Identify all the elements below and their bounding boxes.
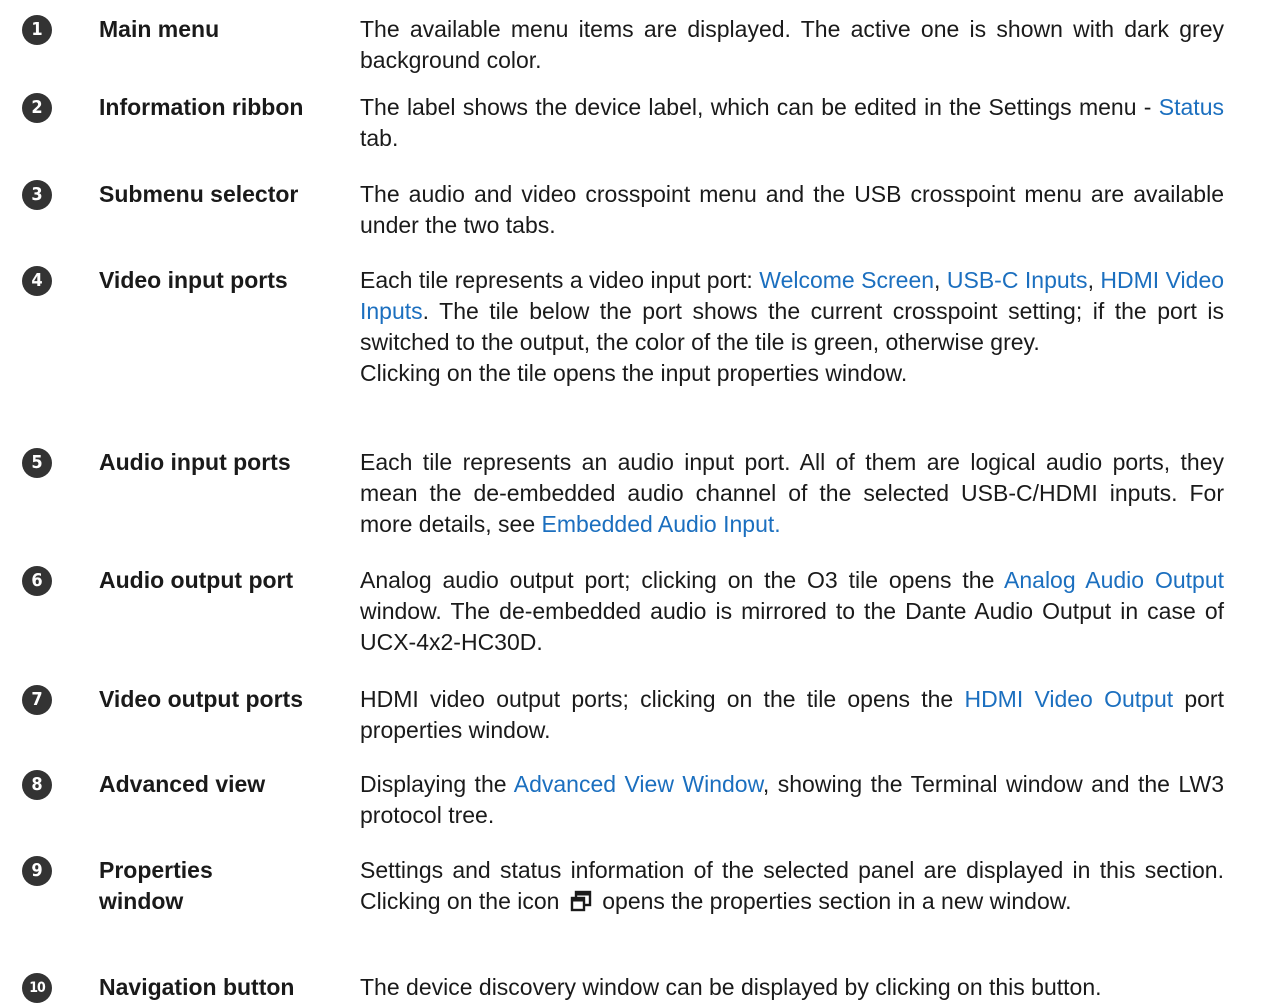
item-number-badge: 2: [22, 93, 52, 123]
item-number-badge: 6: [22, 566, 52, 596]
cross-reference-link[interactable]: Embedded Audio Input.: [542, 511, 781, 537]
item-term: Main menu: [99, 16, 220, 42]
definition-list: 1 Main menu The available menu items are…: [0, 0, 1262, 1003]
item-term: Video output ports: [99, 686, 304, 712]
item-number-badge: 8: [22, 770, 52, 800]
item-number-badge: 9: [22, 856, 52, 886]
open-in-new-window-icon: [570, 889, 592, 912]
item-number-badge: 4: [22, 266, 52, 296]
description-text: The device discovery window can be displ…: [360, 974, 1102, 1000]
item-number-badge: 5: [22, 448, 52, 478]
item-description: The label shows the device label, which …: [360, 92, 1224, 154]
description-text: The label shows the device label, which …: [360, 94, 1159, 120]
description-text: window. The de-embedded audio is mirrore…: [360, 598, 1224, 655]
item-term: Video input ports: [99, 267, 288, 293]
item-number-badge: 3: [22, 180, 52, 210]
item-description: Each tile represents an audio input port…: [360, 447, 1224, 540]
description-text: . The tile below the port shows the curr…: [360, 298, 1224, 355]
item-term: Audio input ports: [99, 449, 291, 475]
item-term: Properties window: [99, 857, 213, 914]
item-term: Navigation button: [99, 974, 295, 1000]
item-description: Displaying the Advanced View Window, sho…: [360, 769, 1224, 831]
description-text: The audio and video crosspoint menu and …: [360, 181, 1224, 238]
description-text: ,: [934, 267, 947, 293]
item-number-badge: 10: [22, 973, 52, 1003]
description-text: ,: [1087, 267, 1101, 293]
item-term: Submenu selector: [99, 181, 299, 207]
description-text: Clicking on the tile opens the input pro…: [360, 360, 908, 386]
description-text: opens the properties section in a new wi…: [595, 888, 1072, 914]
item-term: Audio output port: [99, 567, 294, 593]
cross-reference-link[interactable]: Welcome Screen: [759, 267, 934, 293]
cross-reference-link[interactable]: Advanced View Window: [514, 771, 763, 797]
item-number-badge: 7: [22, 685, 52, 715]
item-description: HDMI video output ports; clicking on the…: [360, 684, 1224, 746]
cross-reference-link[interactable]: HDMI Video Output: [964, 686, 1173, 712]
item-description: Analog audio output port; clicking on th…: [360, 565, 1224, 658]
cross-reference-link[interactable]: Status: [1159, 94, 1224, 120]
item-description: Settings and status information of the s…: [360, 855, 1224, 917]
description-text: Displaying the: [360, 771, 514, 797]
description-text: Each tile represents an audio input port…: [360, 449, 1224, 537]
item-term: Information ribbon: [99, 94, 304, 120]
description-text: tab.: [360, 125, 399, 151]
description-text: The available menu items are displayed. …: [360, 16, 1224, 73]
item-number-badge: 1: [22, 15, 52, 45]
description-text: Each tile represents a video input port:: [360, 267, 760, 293]
description-text: Analog audio output port; clicking on th…: [360, 567, 1005, 593]
item-description: The available menu items are displayed. …: [360, 14, 1224, 76]
item-description: The device discovery window can be displ…: [360, 972, 1224, 1003]
item-term: Advanced view: [99, 771, 266, 797]
item-description: The audio and video crosspoint menu and …: [360, 179, 1224, 241]
cross-reference-link[interactable]: Analog Audio Output: [1004, 567, 1224, 593]
cross-reference-link[interactable]: USB-C Inputs: [947, 267, 1088, 293]
description-text: HDMI video output ports; clicking on the…: [360, 686, 965, 712]
item-description: Each tile represents a video input port:…: [360, 265, 1224, 389]
